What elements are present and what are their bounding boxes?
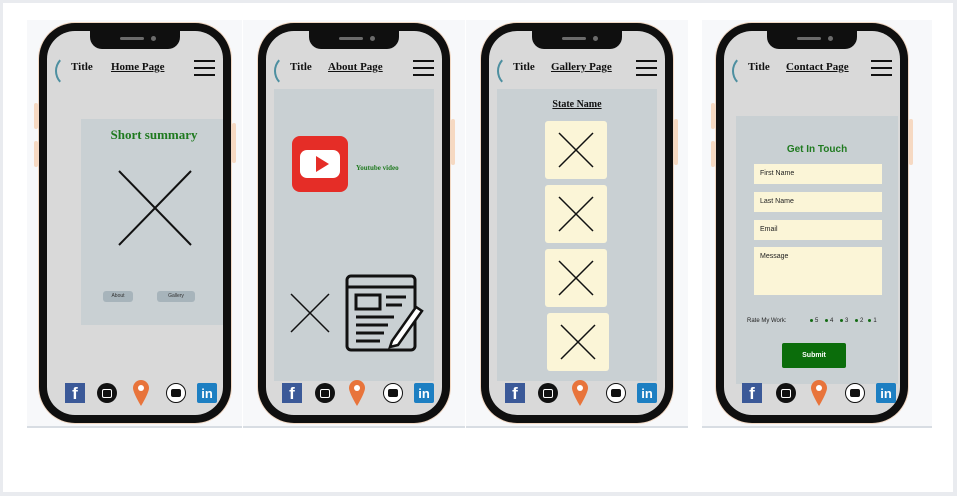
screen: Title About Page Youtube video f in: [266, 31, 442, 415]
image-placeholder-icon: [558, 196, 594, 232]
header: Title Gallery Page: [489, 51, 665, 89]
page-title-link[interactable]: About Page: [328, 61, 383, 73]
side-button: [711, 103, 715, 129]
form-heading: Get In Touch: [786, 144, 848, 155]
rating-option[interactable]: 3: [840, 318, 848, 324]
about-button[interactable]: About: [103, 291, 133, 302]
page-title-link[interactable]: Contact Page: [786, 61, 849, 73]
facebook-icon[interactable]: f: [742, 383, 762, 403]
side-button: [34, 141, 38, 167]
footer-social: f in: [724, 380, 900, 407]
image-placeholder-icon: [558, 260, 594, 296]
gallery-button[interactable]: Gallery: [157, 291, 195, 302]
menu-icon[interactable]: [194, 60, 215, 76]
rating-options: 5 4 3 2 1: [810, 318, 877, 324]
rating-label: Rate My Work:: [747, 318, 787, 324]
facebook-icon[interactable]: f: [65, 383, 85, 403]
linkedin-icon[interactable]: in: [637, 383, 657, 403]
side-button: [711, 141, 715, 167]
linkedin-icon[interactable]: in: [414, 383, 434, 403]
facebook-icon[interactable]: f: [282, 383, 302, 403]
location-pin-icon[interactable]: [132, 379, 150, 407]
phone-contact: Title Contact Page Get In Touch First Na…: [711, 23, 913, 423]
youtube-video-icon[interactable]: [292, 136, 348, 192]
side-button: [232, 123, 236, 163]
linkedin-icon[interactable]: in: [876, 383, 896, 403]
side-button: [674, 119, 678, 165]
gallery-content: State Name: [497, 89, 657, 381]
image-placeholder-icon: [290, 293, 330, 333]
canvas: Title Home Page Short summary About Gall…: [3, 3, 953, 492]
submit-button[interactable]: Submit: [782, 343, 846, 368]
article-edit-icon: [345, 274, 424, 352]
footer-social: f in: [47, 380, 223, 407]
video-label: Youtube video: [356, 164, 399, 172]
gallery-image[interactable]: [545, 121, 607, 179]
phone-gallery: Title Gallery Page State Name f in: [481, 23, 678, 423]
screen: Title Gallery Page State Name f in: [489, 31, 665, 415]
gallery-image[interactable]: [545, 185, 607, 243]
menu-icon[interactable]: [413, 60, 434, 76]
summary-card: Short summary About Gallery: [81, 119, 223, 325]
gallery-image[interactable]: [547, 313, 609, 371]
instagram-icon[interactable]: [776, 383, 796, 403]
first-name-field[interactable]: First Name: [754, 164, 882, 184]
about-content: Youtube video: [274, 89, 434, 381]
menu-icon[interactable]: [871, 60, 892, 76]
site-title: Title: [513, 61, 535, 73]
location-pin-icon[interactable]: [571, 379, 589, 407]
summary-heading: Short summary: [110, 127, 198, 142]
header: Title Home Page: [47, 51, 223, 89]
youtube-icon[interactable]: [845, 383, 865, 403]
side-button: [34, 103, 38, 129]
email-field[interactable]: Email: [754, 220, 882, 240]
youtube-icon[interactable]: [606, 383, 626, 403]
rating-option[interactable]: 2: [855, 318, 863, 324]
facebook-icon[interactable]: f: [505, 383, 525, 403]
instagram-icon[interactable]: [538, 383, 558, 403]
notch: [90, 31, 180, 49]
rating-option[interactable]: 5: [810, 318, 818, 324]
page-title-link[interactable]: Gallery Page: [551, 61, 612, 73]
last-name-field[interactable]: Last Name: [754, 192, 882, 212]
site-title: Title: [290, 61, 312, 73]
screen: Title Home Page Short summary About Gall…: [47, 31, 223, 415]
side-button: [909, 119, 913, 165]
header: Title About Page: [266, 51, 442, 89]
screen: Title Contact Page Get In Touch First Na…: [724, 31, 900, 415]
linkedin-icon[interactable]: in: [197, 383, 217, 403]
rating-option[interactable]: 4: [825, 318, 833, 324]
site-title: Title: [748, 61, 770, 73]
footer-social: f in: [266, 380, 442, 407]
state-name: State Name: [552, 99, 602, 110]
page-title-link[interactable]: Home Page: [111, 61, 164, 73]
image-placeholder-icon: [560, 324, 596, 360]
notch: [767, 31, 857, 49]
header: Title Contact Page: [724, 51, 900, 89]
notch: [532, 31, 622, 49]
phone-home: Title Home Page Short summary About Gall…: [34, 23, 236, 423]
image-placeholder-icon: [558, 132, 594, 168]
instagram-icon[interactable]: [97, 383, 117, 403]
contact-form: Get In Touch First Name Last Name Email …: [736, 116, 898, 384]
rating-option[interactable]: 1: [868, 318, 877, 324]
menu-icon[interactable]: [636, 60, 657, 76]
location-pin-icon[interactable]: [348, 379, 366, 407]
location-pin-icon[interactable]: [810, 379, 828, 407]
phone-about: Title About Page Youtube video f in: [258, 23, 455, 423]
youtube-icon[interactable]: [383, 383, 403, 403]
image-placeholder-icon: [118, 170, 192, 246]
instagram-icon[interactable]: [315, 383, 335, 403]
site-title: Title: [71, 61, 93, 73]
notch: [309, 31, 399, 49]
gallery-image[interactable]: [545, 249, 607, 307]
message-field[interactable]: Message: [754, 247, 882, 295]
youtube-icon[interactable]: [166, 383, 186, 403]
footer-social: f in: [489, 380, 665, 407]
side-button: [451, 119, 455, 165]
